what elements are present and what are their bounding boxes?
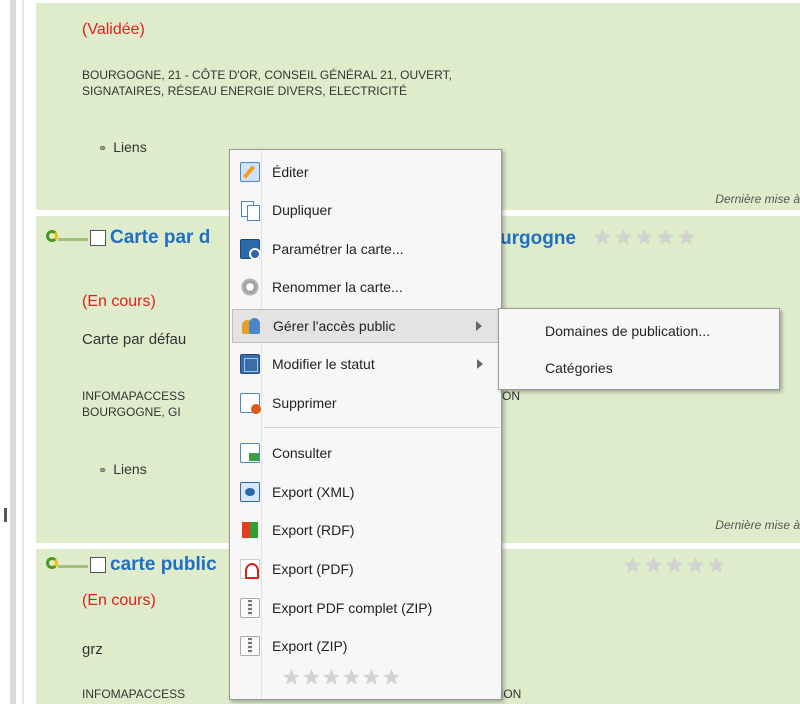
keywords-line-tail: ON [502,389,520,403]
star-icon[interactable]: ★ [665,556,684,576]
rating-stars[interactable]: ★ ★ ★ ★ ★ [623,556,726,576]
edit-icon [240,162,260,182]
menu-item-label: Export (RDF) [272,522,355,538]
provider-logo-icon [46,557,90,573]
star-icon[interactable]: ★ [382,668,401,688]
menu-item-edit[interactable]: Éditer [232,155,499,189]
menu-item-delete[interactable]: Supprimer [232,386,499,420]
pdf-icon [240,559,260,579]
record-description: grz [82,641,103,658]
menu-item-export-pdf[interactable]: Export (PDF) [232,552,499,586]
select-checkbox[interactable] [90,557,106,573]
menu-item-label: Export PDF complet (ZIP) [272,600,433,616]
people-icon [241,316,261,336]
menu-item-label: Export (XML) [272,484,355,500]
duplicate-icon [240,200,260,221]
menu-item-label: Éditer [272,164,309,180]
star-icon[interactable]: ★ [623,556,642,576]
menu-item-map-settings[interactable]: Paramétrer la carte... [232,232,499,266]
gear-icon [240,277,260,297]
record-title-row: carte public [46,553,217,577]
select-checkbox[interactable] [90,230,106,246]
status-label: (Validée) [82,21,145,38]
view-icon [240,443,260,463]
submenu-public-access: Domaines de publication... Catégories [498,308,780,390]
star-icon[interactable]: ★ [302,668,321,688]
map-settings-icon [240,239,261,260]
status-label: (En cours) [82,592,156,609]
keywords-line: INFOMAPACCESS [82,389,186,403]
menu-item-label: Dupliquer [272,202,332,218]
menu-item-label: Export (ZIP) [272,638,348,654]
menu-item-change-status[interactable]: Modifier le statut [232,347,499,381]
links-label: Liens [113,461,147,477]
menu-item-view[interactable]: Consulter [232,436,499,470]
resize-handle[interactable] [4,508,7,522]
record-title[interactable]: carte public [110,554,217,576]
links-button[interactable]: ⚭ Liens [98,139,147,155]
record-title-row: Carte par d [46,226,210,250]
star-icon[interactable]: ★ [342,668,361,688]
zip-icon [240,636,260,656]
submenu-item-publication-domains[interactable]: Domaines de publication... [545,323,710,339]
star-icon[interactable]: ★ [707,556,726,576]
star-icon[interactable]: ★ [644,556,663,576]
submenu-item-categories[interactable]: Catégories [545,360,613,376]
star-icon[interactable]: ★ [593,228,612,248]
record-title[interactable]: Carte par d [110,227,210,249]
star-icon[interactable]: ★ [614,228,633,248]
rdf-icon [240,520,260,540]
menu-item-public-access[interactable]: Gérer l'accès public [232,309,499,343]
book-icon [240,354,260,374]
menu-item-export-pdf-zip[interactable]: Export PDF complet (ZIP) [232,591,499,625]
link-icon: ⚭ [98,143,108,155]
divider [22,0,24,704]
keywords-line: BOURGOGNE, GI [82,405,181,419]
star-icon[interactable]: ★ [322,668,341,688]
menu-item-export-xml[interactable]: Export (XML) [232,475,499,509]
menu-item-label: Export (PDF) [272,561,354,577]
keywords-line-tail: ION [500,687,522,701]
zip-icon [240,598,260,618]
menu-item-label: Consulter [272,445,332,461]
menu-item-export-zip[interactable]: Export (ZIP) [232,629,499,663]
star-icon[interactable]: ★ [282,668,301,688]
context-menu: Éditer Dupliquer Paramétrer la carte... … [229,149,502,700]
menu-item-label: Modifier le statut [272,356,375,372]
record-description: Carte par défau [82,331,187,348]
provider-logo-icon [46,230,90,246]
rating-stars[interactable]: ★ ★ ★ ★ ★ [593,228,696,248]
star-icon[interactable]: ★ [635,228,654,248]
star-icon[interactable]: ★ [686,556,705,576]
keywords-line: INFOMAPACCESS [82,687,186,701]
left-gutter [0,0,40,704]
xml-icon [240,482,260,502]
star-icon[interactable]: ★ [656,228,675,248]
record-title-tail[interactable]: urgogne [500,228,576,250]
keywords-line: BOURGOGNE, 21 - CÔTE D'OR, CONSEIL GÉNÉR… [82,68,452,82]
menu-item-label: Supprimer [272,395,337,411]
menu-item-export-rdf[interactable]: Export (RDF) [232,513,499,547]
submenu-arrow-icon [476,321,482,331]
menu-item-duplicate[interactable]: Dupliquer [232,193,499,227]
menu-item-label: Renommer la carte... [272,279,403,295]
delete-icon [240,393,261,414]
rating-stars[interactable]: ★ ★ ★ ★ ★ ★ [282,668,401,688]
links-label: Liens [113,139,147,155]
menu-item-rename[interactable]: Renommer la carte... [232,270,499,304]
menu-divider [264,427,500,428]
menu-item-label: Gérer l'accès public [273,318,396,334]
submenu-arrow-icon [477,359,483,369]
menu-item-label: Paramétrer la carte... [272,241,404,257]
status-label: (En cours) [82,293,156,310]
last-update-label: Dernière mise à [715,518,800,532]
links-button[interactable]: ⚭ Liens [98,461,147,477]
last-update-label: Dernière mise à [715,192,800,206]
star-icon[interactable]: ★ [362,668,381,688]
link-icon: ⚭ [98,465,108,477]
scroll-track[interactable] [10,0,16,704]
star-icon[interactable]: ★ [677,228,696,248]
keywords-line: SIGNATAIRES, RÉSEAU ENERGIE DIVERS, ELEC… [82,84,407,98]
